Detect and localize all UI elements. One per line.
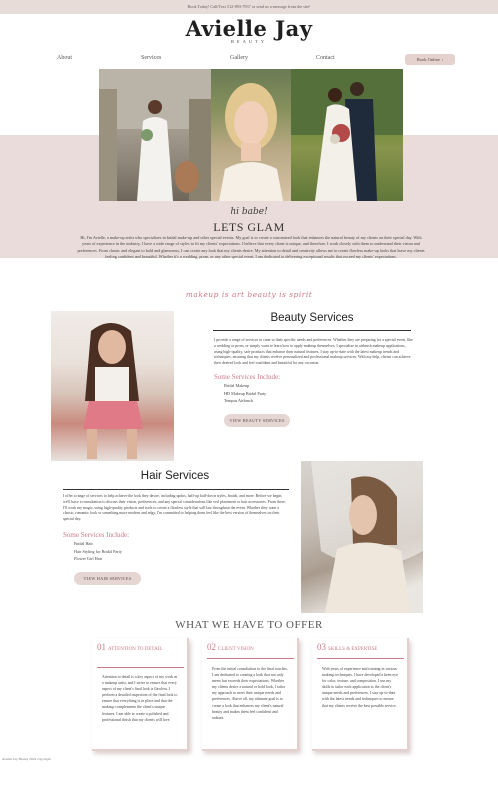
bride-portrait-center	[211, 69, 291, 201]
card-body: With years of experience and training in…	[322, 667, 398, 708]
book-online-label: Book Online	[416, 57, 440, 62]
view-beauty-services-button[interactable]: VIEW BEAUTY SERVICES	[224, 414, 290, 427]
offer-card: 03 SKILLS & EXPERTISE With years of exper…	[312, 638, 409, 751]
offer-section-title: WHAT WE HAVE TO OFFER	[175, 619, 323, 631]
beauty-includes-heading: Some Services Include:	[214, 373, 281, 381]
hair-services-photo	[301, 461, 423, 613]
nav-about[interactable]: About	[57, 55, 72, 61]
beauty-services-list: Bridal Makeup HD Makeup Bridal Party Tem…	[224, 382, 266, 405]
hair-services-title: Hair Services	[140, 470, 210, 482]
hair-services-text: I offer a range of services to help achi…	[63, 494, 286, 522]
nav-contact[interactable]: Contact	[316, 55, 335, 61]
brand-subtitle: BEAUTY	[230, 39, 268, 44]
card-body: Attention to detail is a key aspect of m…	[102, 675, 178, 722]
nav-gallery[interactable]: Gallery	[230, 55, 248, 61]
sparkle-icon: ✦	[244, 18, 252, 28]
list-item: Bridal Hair	[74, 541, 93, 546]
greeting: hi babe!	[230, 207, 268, 217]
announcement-bar: Book Today! Call/Text 512-893-7937 or se…	[0, 0, 498, 14]
list-item: HD Makeup Bridal Party	[224, 390, 267, 396]
arrow-right-icon: ›	[441, 57, 444, 62]
card-body: From the initial consultation to the fin…	[212, 667, 288, 720]
list-item: Tempus Airbrush	[224, 398, 253, 403]
card-heading: 02 CLIENT VISION	[207, 642, 295, 653]
card-title: ATTENTION TO DETAIL	[108, 647, 163, 652]
card-rule	[207, 658, 294, 659]
list-item: Flower Girl Hair	[74, 556, 103, 561]
card-rule	[317, 658, 404, 659]
announcement-text: Book Today! Call/Text 512-893-7937 or se…	[187, 4, 311, 9]
beauty-services-photo	[51, 311, 174, 461]
bride-photo-left	[99, 69, 211, 201]
hero-heading: LETS GLAM	[213, 220, 285, 234]
beauty-services-title: Beauty Services	[270, 312, 354, 324]
card-number: 01	[97, 642, 106, 652]
card-rule	[97, 667, 184, 668]
hair-includes-heading: Some Services Include:	[63, 531, 130, 539]
intro-text: Hi, I'm Avielle, a make-up artist who sp…	[77, 235, 425, 259]
footer-copyright: Avielle Jay Beauty 2024 copyright	[2, 757, 51, 761]
list-item: Hair Styling for Bridal Party	[74, 548, 122, 554]
card-title: CLIENT VISION	[218, 647, 254, 652]
beauty-title-rule	[213, 330, 411, 331]
tagline: makeup is art beauty is spirit	[185, 290, 313, 299]
card-title: SKILLS & EXPERTISE	[328, 647, 378, 652]
couple-photo-right	[291, 69, 403, 201]
list-item: Bridal Makeup	[224, 383, 250, 388]
beauty-services-text: I provide a range of services to cater t…	[214, 338, 413, 366]
card-heading: 03 SKILLS & EXPERTISE	[317, 642, 405, 653]
hair-services-list: Bridal Hair Hair Styling for Bridal Part…	[74, 540, 122, 563]
card-number: 03	[317, 642, 326, 652]
main-nav: About Services Gallery Contact Book Onli…	[0, 54, 498, 65]
card-number: 02	[207, 642, 216, 652]
offer-card: 01 ATTENTION TO DETAIL Attention to detai…	[92, 638, 189, 751]
hair-title-rule	[63, 489, 289, 490]
offer-card: 02 CLIENT VISION From the initial consult…	[202, 638, 299, 751]
book-online-button[interactable]: Book Online ›	[405, 54, 455, 65]
card-heading: 01 ATTENTION TO DETAIL	[97, 642, 185, 653]
nav-services[interactable]: Services	[141, 55, 161, 61]
view-hair-services-button[interactable]: VIEW HAIR SERVICES	[74, 572, 141, 585]
